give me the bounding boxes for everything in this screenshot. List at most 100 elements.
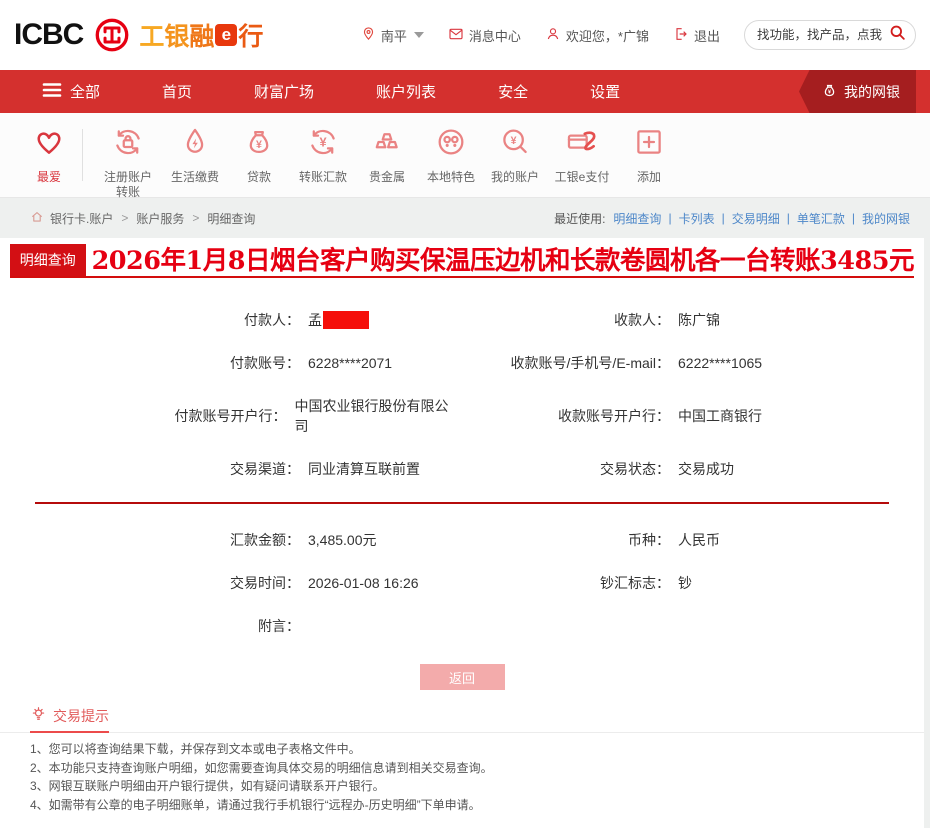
tips-list: 1、您可以将查询结果下载，并保存到文本或电子表格文件中。 2、本功能只支持查询账… [0, 733, 924, 824]
register-transfer-icon [111, 125, 145, 164]
quick-item-loan[interactable]: ¥ 贷款 [227, 125, 291, 185]
recent-link-card-list[interactable]: 卡列表 [679, 210, 715, 227]
status-label: 交易状态： [455, 459, 670, 479]
icbc-emblem-icon [93, 16, 131, 54]
my-ebank-badge[interactable]: ¥ 我的网银 [799, 70, 916, 113]
quick-item-my-account[interactable]: ¥ 我的账户 [483, 125, 547, 185]
search-input[interactable] [757, 28, 882, 42]
bulb-icon [30, 706, 47, 726]
svg-text:¥: ¥ [256, 139, 262, 151]
recent-link-my-ebank[interactable]: 我的网银 [862, 210, 910, 227]
payee-label: 收款人： [455, 310, 670, 330]
content-panel: 明细查询 2026年1月8日烟台客户购买保温压边机和长款卷圆机各一台转账3485… [0, 238, 924, 828]
redaction-block [323, 311, 369, 329]
location-selector[interactable]: 南平 [361, 26, 424, 45]
quick-item-label: 我的账户 [491, 170, 539, 185]
nav-item-accounts[interactable]: 账户列表 [376, 81, 436, 102]
payer-value: 孟 [308, 310, 369, 330]
home-icon[interactable] [30, 210, 44, 227]
tip-item: 3、网银互联账户明细由开户银行提供，如有疑问请联系开户银行。 [30, 777, 894, 796]
hamburger-icon [42, 82, 62, 102]
quick-icon-row: 最爱 注册账户转账 生活缴费 [0, 113, 930, 198]
payee-value: 陈广锦 [678, 310, 720, 330]
tip-item: 1、您可以将查询结果下载，并保存到文本或电子表格文件中。 [30, 740, 894, 759]
life-payment-icon [178, 125, 212, 164]
breadcrumb-segment[interactable]: 明细查询 [207, 210, 255, 227]
quick-item-local-feature[interactable]: 本地特色 [419, 125, 483, 185]
divider [82, 129, 83, 181]
epay-icon [565, 125, 599, 164]
loan-icon: ¥ [242, 125, 276, 164]
nav-item-home[interactable]: 首页 [162, 81, 192, 102]
back-button[interactable]: 返回 [420, 664, 505, 690]
breadcrumb-segment[interactable]: 账户服务 [136, 210, 184, 227]
amount-value: 3,485.00元 [308, 530, 377, 550]
currency-value: 人民币 [678, 530, 720, 550]
transfer-remit-icon: ¥ [306, 125, 340, 164]
message-center-link[interactable]: 消息中心 [448, 26, 521, 45]
payer-label: 付款人： [0, 310, 300, 330]
quick-item-register-transfer[interactable]: 注册账户转账 [93, 125, 163, 200]
header-right: 南平 消息中心 欢迎您，* [361, 20, 916, 50]
precious-metal-icon [370, 125, 404, 164]
payer-account-label: 付款账号： [0, 353, 300, 373]
svg-text:¥: ¥ [828, 89, 831, 95]
envelope-icon [448, 26, 464, 45]
quick-item-label: 最爱 [37, 170, 61, 185]
quick-item-epay[interactable]: 工银e支付 [547, 125, 617, 185]
tips-title: 交易提示 [30, 706, 109, 733]
nav-item-security[interactable]: 安全 [498, 81, 528, 102]
brand-name: 工银融e行 [139, 17, 263, 53]
add-icon [632, 125, 666, 164]
divider: | [787, 211, 790, 225]
recent-link-transaction-detail[interactable]: 交易明细 [732, 210, 780, 227]
bank-logo[interactable]: ICBC 工银融e行 [14, 16, 263, 54]
quick-item-label: 本地特色 [427, 170, 475, 185]
logout-button[interactable]: 退出 [673, 26, 720, 45]
welcome-user[interactable]: 欢迎您，*广锦 [545, 26, 649, 45]
red-divider [35, 502, 889, 504]
form-row-accounts: 付款账号： 6228****2071 收款账号/手机号/E-mail： 6222… [0, 353, 924, 373]
chevron-down-icon [414, 32, 424, 38]
quick-item-transfer-remit[interactable]: ¥ 转账汇款 [291, 125, 355, 185]
breadcrumb-segment[interactable]: 银行卡.账户 [50, 210, 113, 227]
payee-account-label: 收款账号/手机号/E-mail： [455, 353, 670, 373]
divider: | [852, 211, 855, 225]
form-row-banks: 付款账号开户行： 中国农业银行股份有限公司 收款账号开户行： 中国工商银行 [0, 396, 924, 436]
form-row-amount-currency: 汇款金额： 3,485.00元 币种： 人民币 [0, 530, 924, 550]
form-row-memo: 附言： [0, 616, 924, 636]
recent-used-label: 最近使用: [554, 210, 605, 227]
memo-label: 附言： [0, 616, 300, 636]
nav-item-settings[interactable]: 设置 [590, 81, 620, 102]
quick-item-label: 工银e支付 [555, 170, 610, 185]
svg-text:¥: ¥ [319, 134, 327, 149]
tip-item: 4、如需带有公章的电子明细账单，请通过我行手机银行“远程办-历史明细”下单申请。 [30, 796, 894, 815]
quick-item-precious-metal[interactable]: 贵金属 [355, 125, 419, 185]
nav-item-wealth[interactable]: 财富广场 [254, 81, 314, 102]
payee-account-value: 6222****1065 [678, 355, 762, 371]
search-icon[interactable] [888, 23, 907, 47]
transaction-headline: 2026年1月8日烟台客户购买保温压边机和长款卷圆机各一台转账3485元 [86, 246, 914, 276]
tab-strip: 明细查询 2026年1月8日烟台客户购买保温压边机和长款卷圆机各一台转账3485… [10, 238, 914, 278]
quick-item-label: 贵金属 [369, 170, 405, 185]
form-row-payer-payee: 付款人： 孟 收款人： 陈广锦 [0, 310, 924, 330]
my-account-icon: ¥ [498, 125, 532, 164]
quick-item-life-payment[interactable]: 生活缴费 [163, 125, 227, 185]
search-box[interactable] [744, 20, 916, 50]
recent-link-single-remit[interactable]: 单笔汇款 [797, 210, 845, 227]
detail-form: 付款人： 孟 收款人： 陈广锦 付款账号： 6228****2071 收款账号/… [0, 278, 924, 690]
money-bag-icon: ¥ [821, 82, 838, 102]
quick-item-add[interactable]: 添加 [617, 125, 681, 185]
recent-link-detail-query[interactable]: 明细查询 [613, 210, 661, 227]
brand-e-icon: e [215, 24, 237, 46]
tab-detail-query[interactable]: 明细查询 [10, 244, 86, 276]
logout-label: 退出 [694, 26, 720, 45]
payee-bank-label: 收款账号开户行： [455, 406, 670, 426]
user-icon [545, 26, 561, 45]
quick-item-favorites[interactable]: 最爱 [18, 125, 80, 185]
location-pin-icon [361, 26, 376, 44]
top-header: ICBC 工银融e行 南平 [0, 0, 930, 70]
nav-item-all[interactable]: 全部 [42, 81, 100, 102]
channel-label: 交易渠道： [0, 459, 300, 479]
welcome-label: 欢迎您，*广锦 [566, 26, 649, 45]
